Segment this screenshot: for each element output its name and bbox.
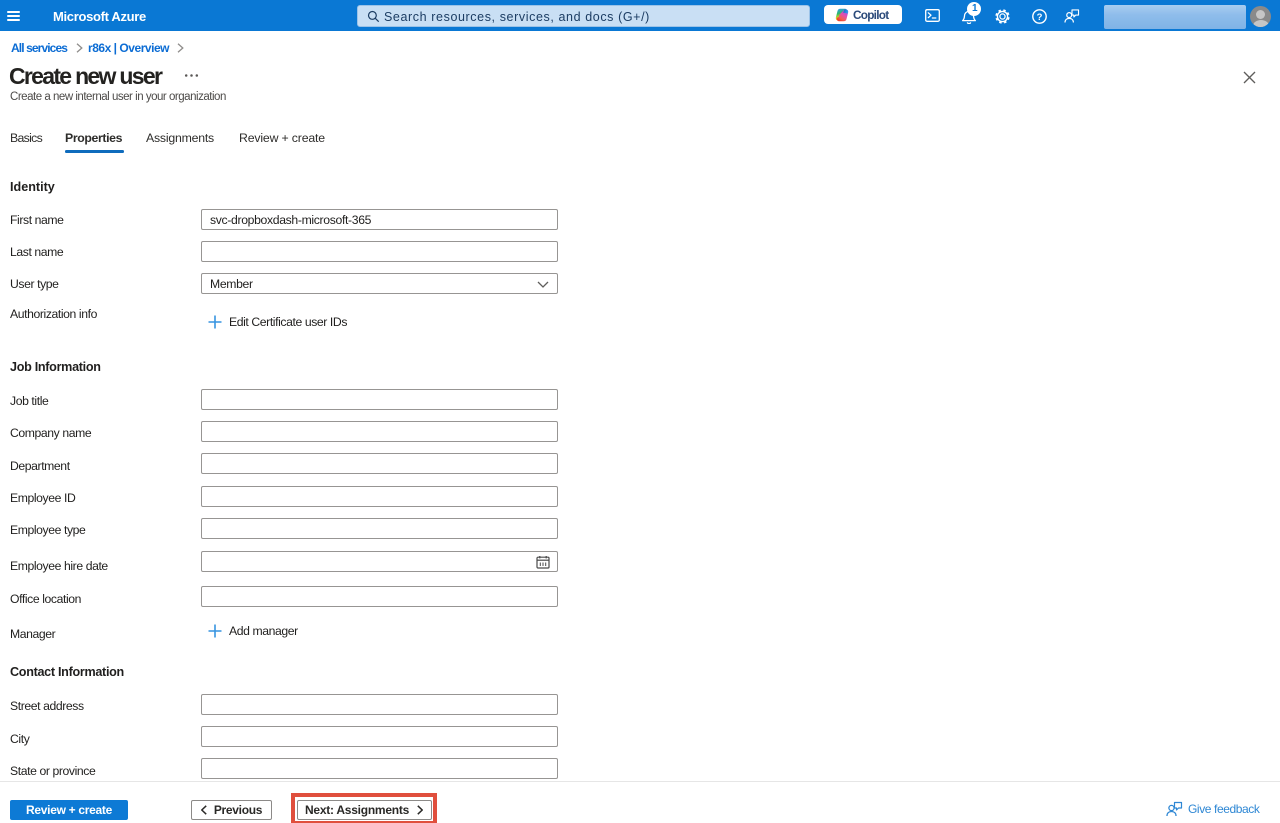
svg-text:?: ?: [1037, 12, 1043, 23]
